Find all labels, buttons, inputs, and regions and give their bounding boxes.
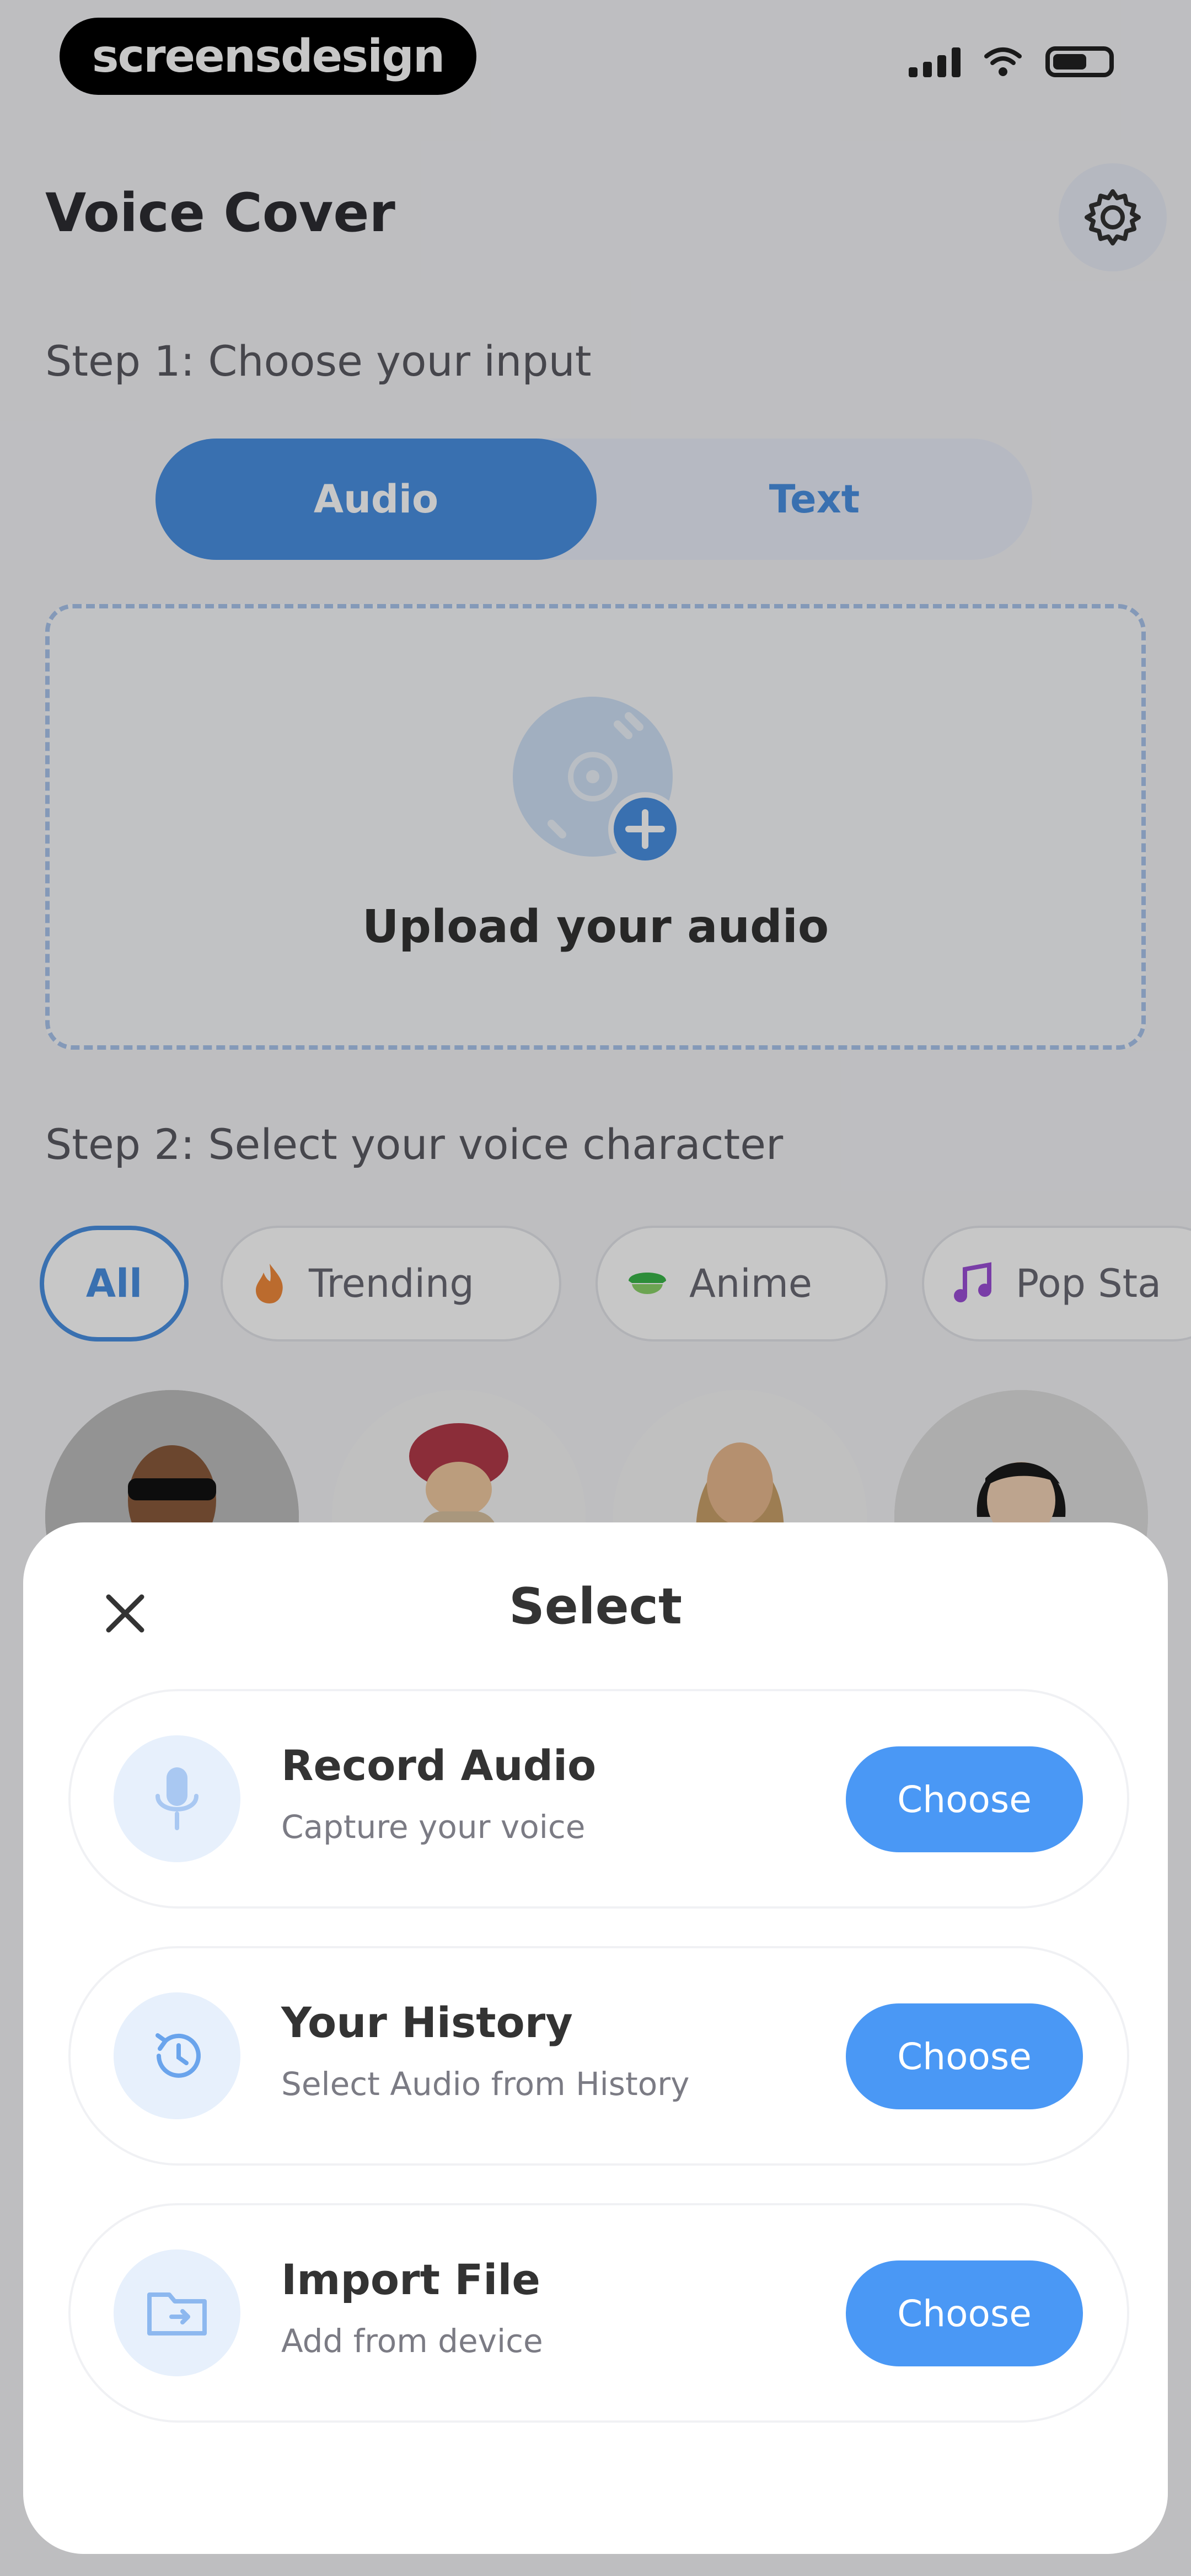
app-screen: screensdesign Voice Cover Step 1: Choose… [0, 0, 1191, 2576]
choose-button[interactable]: Choose [846, 2003, 1083, 2109]
option-subtitle: Capture your voice [281, 1808, 586, 1846]
option-icon-badge [114, 1735, 240, 1862]
option-subtitle: Add from device [281, 2322, 543, 2360]
option-icon-badge [114, 2249, 240, 2376]
microphone-icon [155, 1767, 198, 1830]
option-subtitle: Select Audio from History [281, 2065, 690, 2103]
option-your-history: Your History Select Audio from History C… [68, 1946, 1129, 2166]
choose-button[interactable]: Choose [846, 1746, 1083, 1852]
sheet-title: Select [508, 1578, 683, 1636]
option-title: Import File [281, 2255, 540, 2304]
select-sheet: Select Record Audio Capture your voice C… [23, 1522, 1168, 2554]
option-icon-badge [114, 1992, 240, 2119]
option-record-audio: Record Audio Capture your voice Choose [68, 1689, 1129, 1909]
option-title: Your History [281, 1998, 573, 2047]
choose-button[interactable]: Choose [846, 2260, 1083, 2366]
option-title: Record Audio [281, 1741, 597, 1790]
folder-icon [147, 2292, 207, 2335]
option-import-file: Import File Add from device Choose [68, 2203, 1129, 2423]
history-icon [155, 2033, 201, 2078]
